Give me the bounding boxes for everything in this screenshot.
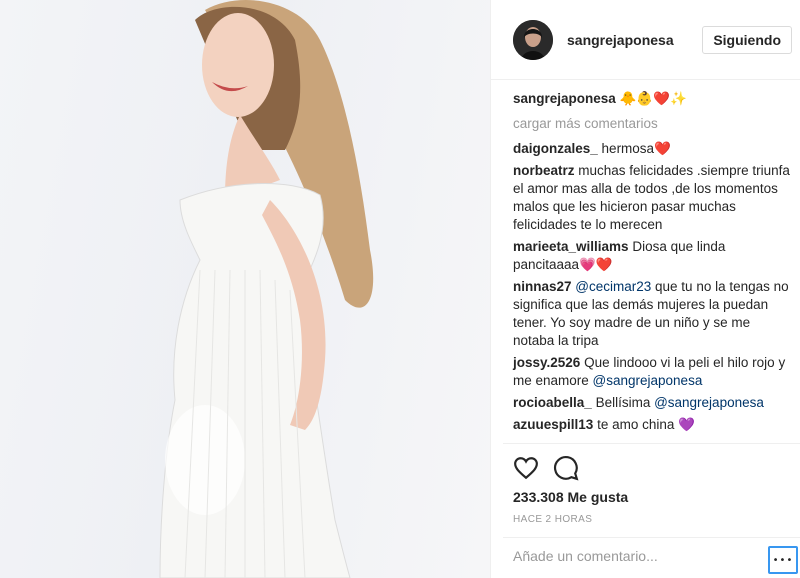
- comment-item: ninnas27 @cecimar23 que tu no la tengas …: [513, 278, 791, 350]
- comment-username[interactable]: norbeatrz: [513, 163, 575, 178]
- comment-username[interactable]: rocioabella_: [513, 395, 592, 410]
- post-timestamp: HACE 2 HORAS: [513, 514, 593, 525]
- comment-divider: [503, 537, 800, 538]
- comment-username[interactable]: marieeta_williams: [513, 239, 629, 254]
- caption: sangrejaponesa 🐥👶❤️✨: [513, 90, 791, 108]
- instagram-post: sangrejaponesa Siguiendo sangrejaponesa …: [0, 0, 800, 578]
- following-button[interactable]: Siguiendo: [702, 25, 792, 54]
- likes-count[interactable]: 233.308 Me gusta: [513, 489, 628, 505]
- comment-item: jossy.2526 Que lindooo vi la peli el hil…: [513, 354, 791, 390]
- comment-item: norbeatrz muchas felicidades .siempre tr…: [513, 162, 791, 234]
- actions-divider: [503, 443, 800, 444]
- comment-item: daigonzales_ hermosa❤️: [513, 140, 791, 158]
- comment-item: marieeta_williams Diosa que linda pancit…: [513, 238, 791, 274]
- comment-username[interactable]: ninnas27: [513, 279, 572, 294]
- comment-mention[interactable]: @sangrejaponesa: [654, 395, 764, 410]
- comment-text: te amo china 💜: [597, 417, 695, 432]
- post-photo[interactable]: [0, 0, 490, 578]
- comment-username[interactable]: daigonzales_: [513, 141, 598, 156]
- comment-mention[interactable]: @sangrejaponesa: [593, 373, 703, 388]
- comment-item: rocioabella_ Bellísima @sangrejaponesa: [513, 394, 791, 412]
- post-sidebar: sangrejaponesa Siguiendo sangrejaponesa …: [490, 0, 800, 578]
- heart-outline-icon[interactable]: [513, 455, 539, 481]
- more-options-label: •••: [772, 554, 794, 566]
- post-header: sangrejaponesa Siguiendo: [491, 0, 800, 80]
- comments-list: sangrejaponesa 🐥👶❤️✨ cargar más comentar…: [513, 90, 791, 438]
- avatar[interactable]: [513, 19, 553, 60]
- comment-mention[interactable]: @cecimar23: [575, 279, 651, 294]
- caption-username[interactable]: sangrejaponesa: [513, 91, 616, 106]
- post-actions: [513, 455, 579, 481]
- comment-username[interactable]: jossy.2526: [513, 355, 580, 370]
- add-comment-input[interactable]: [513, 548, 753, 564]
- comment-username[interactable]: azuuespill13: [513, 417, 593, 432]
- comment-text: Bellísima: [595, 395, 655, 410]
- ellipsis-icon[interactable]: •••: [768, 546, 798, 574]
- speech-bubble-icon[interactable]: [553, 455, 579, 481]
- comment-text: hermosa❤️: [601, 141, 671, 156]
- post-photo-illustration: [159, 0, 374, 578]
- avatar-image: [513, 19, 553, 60]
- load-more-comments-link[interactable]: cargar más comentarios: [513, 115, 791, 133]
- comment-item: azuuespill13 te amo china 💜: [513, 416, 791, 434]
- caption-text: 🐥👶❤️✨: [619, 91, 687, 107]
- header-username[interactable]: sangrejaponesa: [567, 32, 702, 48]
